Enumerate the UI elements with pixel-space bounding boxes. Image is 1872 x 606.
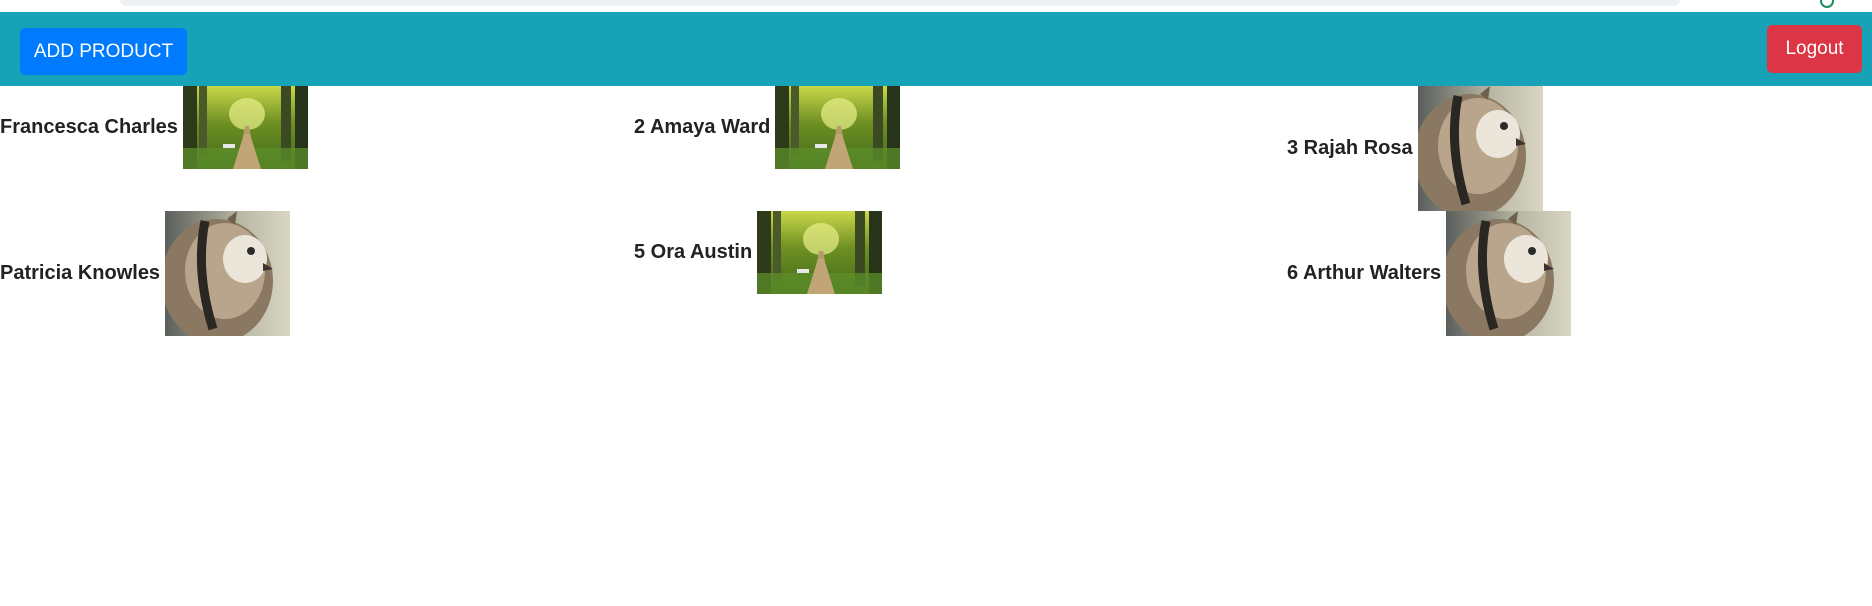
address-bar-edge [120,0,1680,6]
navbar: ADD PRODUCT Logout [0,12,1872,86]
product-name: Francesca Charles [0,116,178,138]
product-card: Francesca Charles [0,86,308,169]
logout-button[interactable]: Logout [1767,25,1862,73]
browser-top-strip [0,0,1872,12]
product-name: 3 Rajah Rosa [1287,137,1413,159]
product-name: 2 Amaya Ward [634,116,771,138]
forest-path-image [775,86,900,169]
owl-image [1446,211,1571,336]
product-name: 6 Arthur Walters [1287,262,1442,284]
product-card: 6 Arthur Walters [1287,211,1571,336]
owl-image [1418,86,1543,211]
product-card: 2 Amaya Ward [634,86,900,169]
product-card: 5 Ora Austin [634,211,882,294]
add-product-button[interactable]: ADD PRODUCT [20,28,187,75]
product-name: 5 Ora Austin [634,241,753,263]
forest-path-image [757,211,882,294]
product-card: Patricia Knowles [0,211,290,336]
profile-indicator-icon [1820,0,1834,8]
forest-path-image [183,86,308,169]
owl-image [165,211,290,336]
product-name: Patricia Knowles [0,262,161,284]
product-card: 3 Rajah Rosa [1287,86,1543,211]
